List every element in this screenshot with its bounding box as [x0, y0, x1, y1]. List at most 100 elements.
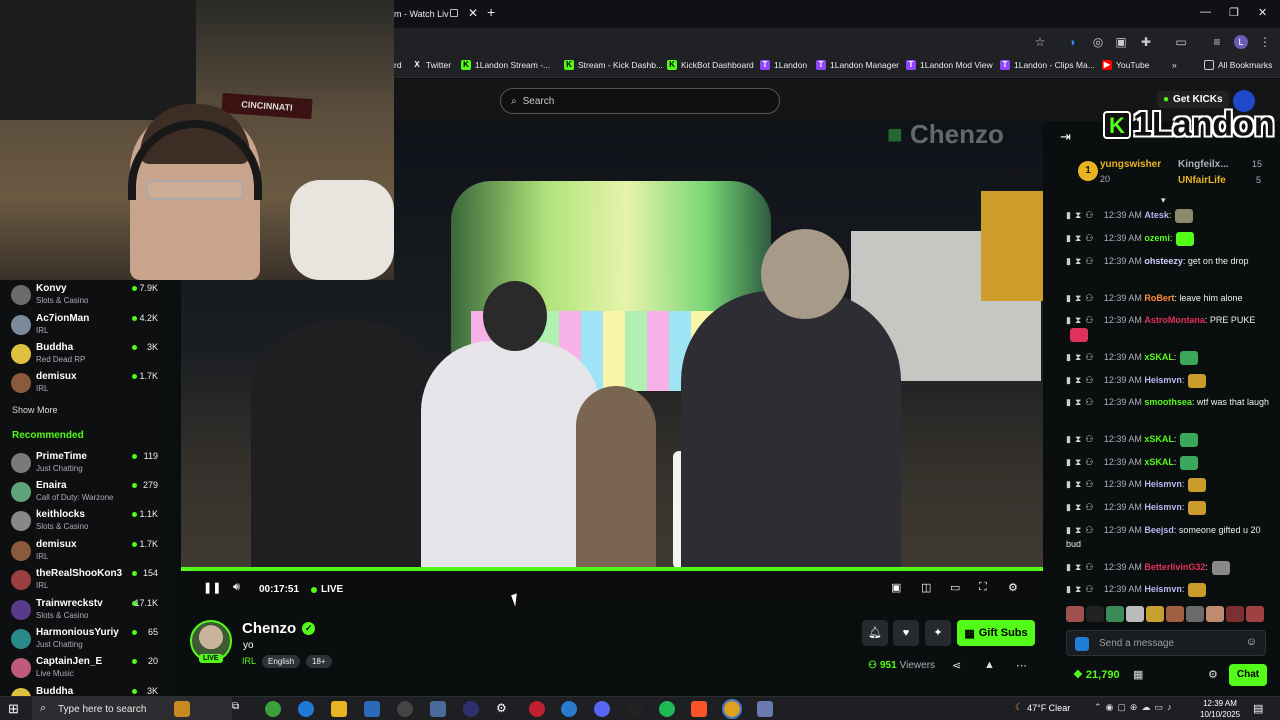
speaker-icon[interactable] — [450, 9, 458, 17]
pause-icon[interactable]: ❚❚ — [203, 581, 221, 594]
brave-icon[interactable] — [691, 701, 707, 717]
heart-icon[interactable]: ♥ — [893, 620, 919, 646]
sidebar-channel[interactable]: theRealShooKon3 IRL 154 — [0, 565, 170, 593]
kicks-balance[interactable]: ❖ 21,790 — [1073, 668, 1120, 681]
mod-actions-icon[interactable]: ▮⧗⚇ — [1066, 479, 1104, 489]
chat-username[interactable]: Heismvn — [1144, 375, 1182, 385]
chat-username[interactable]: BetterlivinG32 — [1144, 562, 1205, 572]
browser-tab[interactable]: m - Watch Liv ✕ — [394, 0, 484, 28]
sidebar-channel[interactable]: Ac7ionMan IRL 4.2K — [0, 310, 170, 338]
folder-icon[interactable] — [331, 701, 347, 717]
chat-settings-icon[interactable]: ⚙ — [1208, 668, 1218, 681]
edge-icon[interactable] — [298, 701, 314, 717]
mod-actions-icon[interactable]: ▮⧗⚇ — [1066, 397, 1104, 407]
chat-username[interactable]: ozemi — [1144, 233, 1170, 243]
chat-username[interactable]: RoBert — [1144, 293, 1174, 303]
chat-message[interactable]: ▮⧗⚇ 12:39 AM Heismvn: — [1066, 500, 1274, 515]
app-icon[interactable] — [529, 701, 545, 717]
chat-username[interactable]: Heismvn — [1144, 584, 1182, 594]
all-bookmarks[interactable]: All Bookmarks — [1204, 60, 1272, 70]
stream-category[interactable]: IRL — [242, 656, 256, 666]
obs-icon[interactable] — [627, 701, 643, 717]
chat-message[interactable]: ▮⧗⚇ 12:39 AM Heismvn: — [1066, 477, 1274, 492]
mod-actions-icon[interactable]: ▮⧗⚇ — [1066, 375, 1104, 385]
bookmark-item[interactable]: K KickBot Dashboard — [667, 60, 754, 70]
calculator-icon[interactable] — [430, 701, 446, 717]
bookmark-item[interactable]: ▶ YouTube — [1102, 60, 1149, 70]
chat-input[interactable]: Send a message ☺ — [1066, 630, 1266, 656]
chat-username[interactable]: Heismvn — [1144, 479, 1182, 489]
mod-actions-icon[interactable]: ▮⧗⚇ — [1066, 210, 1104, 220]
mod-actions-icon[interactable]: ▮⧗⚇ — [1066, 562, 1104, 572]
mod-actions-icon[interactable]: ▮⧗⚇ — [1066, 584, 1104, 594]
mod-actions-icon[interactable]: ▮⧗⚇ — [1066, 502, 1104, 512]
bookmark-item[interactable]: T 1Landon - Clips Ma... — [1000, 60, 1095, 70]
streamer-name[interactable]: Chenzo ✓ — [242, 620, 316, 637]
show-more-link[interactable]: Show More — [12, 405, 58, 415]
miniplayer-icon[interactable]: ▣ — [891, 581, 901, 594]
bookmark-item[interactable]: rd — [394, 60, 402, 70]
bookmark-item[interactable]: T 1Landon — [760, 60, 807, 70]
restore-icon[interactable]: ❐ — [1229, 6, 1239, 19]
collapse-chat-icon[interactable]: ⇥ — [1060, 129, 1071, 145]
chat-username[interactable]: AstroMontana — [1144, 315, 1205, 325]
calendar-icon[interactable]: ▦ — [1133, 668, 1143, 681]
chevron-right-icon[interactable]: » — [1172, 60, 1177, 70]
app-icon[interactable] — [561, 701, 577, 717]
bookmark-item[interactable]: X Twitter — [412, 60, 451, 70]
chat-message[interactable]: ▮⧗⚇ 12:39 AM Heismvn: — [1066, 582, 1274, 597]
sidebar-channel[interactable]: CaptainJen_E Live Music 20 — [0, 653, 170, 681]
system-tray[interactable]: ⌃◉▢⊕☁▭♪ — [1094, 702, 1175, 713]
chat-username[interactable]: Atesk — [1144, 210, 1169, 220]
chat-message[interactable]: ▮⧗⚇ 12:39 AM RoBert: leave him alone — [1066, 291, 1274, 305]
chat-username[interactable]: smoothsea — [1144, 397, 1192, 407]
mod-actions-icon[interactable]: ▮⧗⚇ — [1066, 315, 1104, 325]
chat-message[interactable]: ▮⧗⚇ 12:39 AM Atesk: — [1066, 208, 1274, 223]
chat-username[interactable]: Beejsd — [1144, 525, 1174, 535]
app-icon[interactable] — [397, 701, 413, 717]
mod-actions-icon[interactable]: ▮⧗⚇ — [1066, 525, 1104, 535]
menu-icon[interactable]: ⋮ — [1258, 35, 1272, 49]
sparkle-icon[interactable]: ✦ — [925, 620, 951, 646]
gift-subs-button[interactable]: ▦ Gift Subs — [957, 620, 1035, 646]
bookmark-item[interactable]: K Stream - Kick Dashb... — [564, 60, 663, 70]
extension-icon[interactable]: ▣ — [1114, 35, 1128, 49]
sidebar-channel[interactable]: demisux IRL 1.7K — [0, 368, 170, 396]
clock[interactable]: 12:39 AM 10/10/2025 — [1200, 698, 1240, 720]
extension-icon[interactable]: ◗ — [1066, 35, 1080, 49]
chat-username[interactable]: Heismvn — [1144, 502, 1182, 512]
notification-icon[interactable]: ▤ — [1253, 702, 1263, 715]
sidebar-channel[interactable]: PrimeTime Just Chatting 119 — [0, 448, 170, 476]
mod-actions-icon[interactable]: ▮⧗⚇ — [1066, 352, 1104, 362]
chat-message[interactable]: ▮⧗⚇ 12:39 AM xSKAL: — [1066, 455, 1274, 470]
chat-username[interactable]: xSKAL — [1144, 352, 1174, 362]
puzzle-icon[interactable]: ✚ — [1139, 35, 1153, 49]
chat-message[interactable]: ▮⧗⚇ 12:39 AM ozemi: — [1066, 231, 1274, 246]
discord-icon[interactable] — [594, 701, 610, 717]
clip-icon[interactable]: ◫ — [921, 581, 931, 594]
bookmark-item[interactable]: T 1Landon Mod View — [906, 60, 993, 70]
store-icon[interactable] — [364, 701, 380, 717]
report-icon[interactable]: ▲ — [984, 659, 995, 671]
tag-mature[interactable]: 18+ — [306, 655, 332, 668]
windows-start-icon[interactable]: ⊞ — [8, 701, 19, 717]
chat-send-button[interactable]: Chat — [1229, 664, 1267, 686]
settings-icon[interactable]: ⚙ — [1008, 581, 1018, 594]
close-tab-icon[interactable]: ✕ — [468, 6, 478, 20]
mod-actions-icon[interactable]: ▮⧗⚇ — [1066, 233, 1104, 243]
mod-actions-icon[interactable]: ▮⧗⚇ — [1066, 293, 1104, 303]
close-window-icon[interactable]: ✕ — [1258, 6, 1267, 19]
sidebar-channel[interactable]: Trainwreckstv Slots & Casino 17.1K — [0, 595, 170, 623]
sidebar-channel[interactable]: Konvy Slots & Casino 7.9K — [0, 280, 170, 308]
bell-icon[interactable]: 🔔︎ — [862, 620, 888, 646]
chat-username[interactable]: xSKAL — [1144, 434, 1174, 444]
fullscreen-icon[interactable]: ⛶ — [979, 581, 987, 594]
settings-icon[interactable]: ⚙ — [496, 701, 512, 717]
media-icon[interactable]: ≡ — [1210, 35, 1224, 49]
chat-message[interactable]: ▮⧗⚇ 12:39 AM smoothsea: wtf was that lau… — [1066, 395, 1274, 409]
taskbar-search[interactable]: ⌕ Type here to search — [32, 697, 232, 720]
media-player-icon[interactable] — [463, 701, 479, 717]
extension-icon[interactable]: ◎ — [1091, 35, 1105, 49]
app-icon[interactable] — [757, 701, 773, 717]
search-input[interactable]: ⌕ Search — [500, 88, 780, 114]
